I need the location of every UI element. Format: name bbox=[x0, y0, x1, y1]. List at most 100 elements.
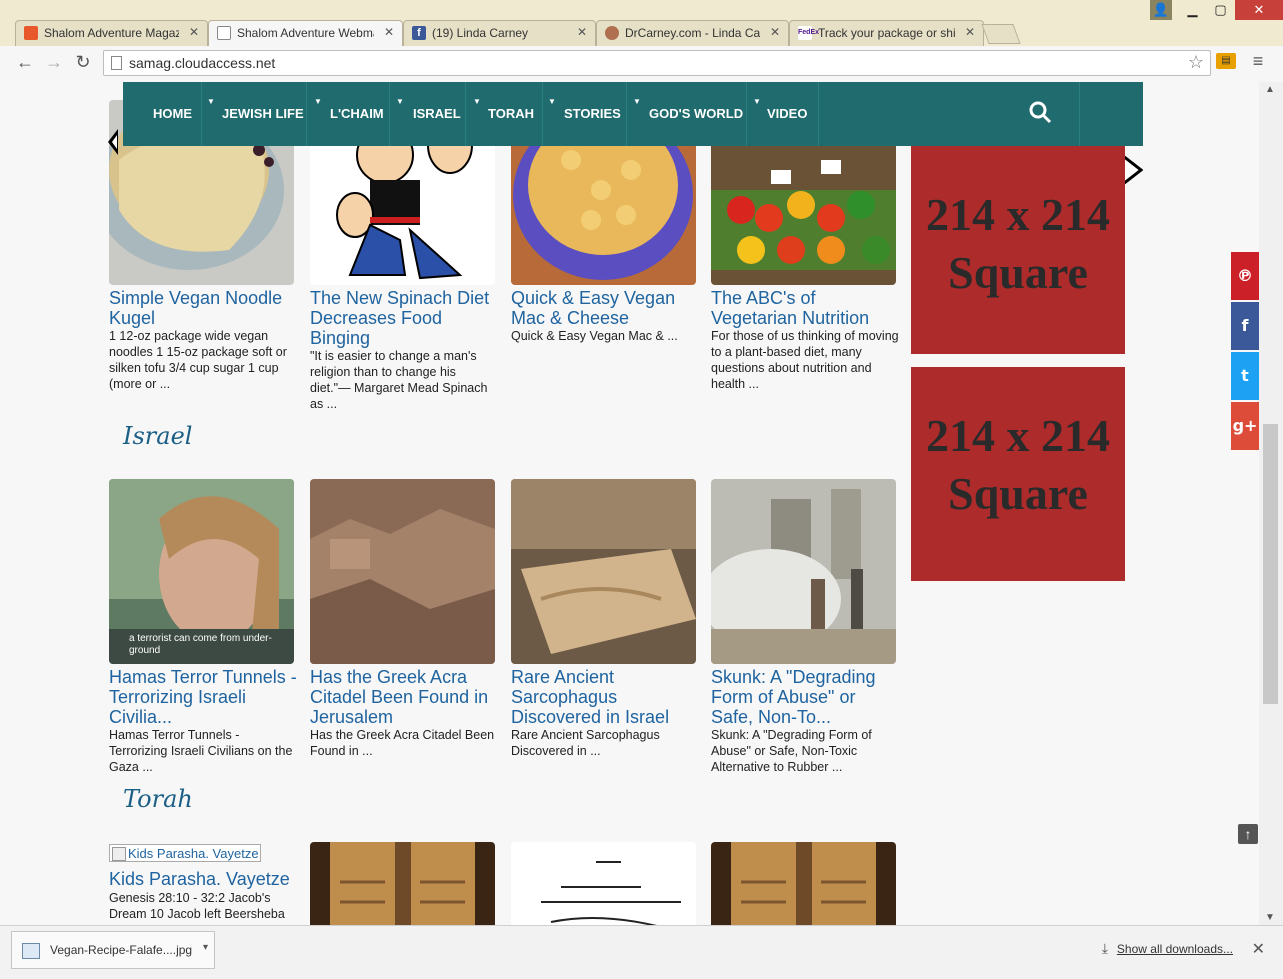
share-facebook-button[interactable]: f bbox=[1231, 302, 1259, 350]
twitter-icon: t bbox=[1241, 366, 1249, 385]
card-desc-kids-parasha: Genesis 28:10 - 32:2 Jacob's Dream 10 Ja… bbox=[109, 891, 285, 921]
nav-israel[interactable]: ISRAEL bbox=[413, 106, 461, 121]
nav-lchaim[interactable]: L'CHAIM bbox=[330, 106, 384, 121]
acra-citadel-image[interactable] bbox=[310, 479, 495, 664]
section-title-israel[interactable]: Israel bbox=[123, 422, 192, 450]
card-title-spinach[interactable]: The New Spinach Diet Decreases Food Bing… bbox=[310, 288, 500, 348]
browser-titlebar: Shalom Adventure Magazine ✕ Shalom Adven… bbox=[0, 0, 1283, 47]
facebook-icon: f bbox=[1241, 316, 1249, 335]
caret-down-icon: ▼ bbox=[314, 97, 322, 106]
scroll-up-arrow-icon[interactable]: ▲ bbox=[1265, 84, 1275, 95]
card-title-kugel[interactable]: Simple Vegan Noodle Kugel bbox=[109, 288, 299, 328]
back-to-top-icon[interactable]: ↑ bbox=[1238, 824, 1258, 844]
tab-drcarney[interactable]: DrCarney.com - Linda Carney ✕ bbox=[596, 20, 789, 46]
bookmark-star-icon[interactable]: ☆ bbox=[1188, 52, 1204, 73]
page-icon bbox=[111, 56, 122, 70]
nav-torah[interactable]: TORAH bbox=[488, 106, 534, 121]
card-title-mac-cheese[interactable]: Quick & Easy Vegan Mac & Cheese bbox=[511, 288, 701, 328]
search-icon[interactable] bbox=[1028, 100, 1052, 124]
ad-square-1[interactable]: 214 x 214 Square bbox=[911, 146, 1125, 354]
tab-close-icon[interactable]: ✕ bbox=[189, 25, 199, 39]
nav-home[interactable]: HOME bbox=[153, 106, 192, 121]
card-desc-hamas-tunnels: Hamas Terror Tunnels - Terrorizing Israe… bbox=[109, 728, 293, 774]
close-download-shelf-icon[interactable]: ✕ bbox=[1252, 939, 1265, 959]
nav-video[interactable]: VIDEO bbox=[767, 106, 807, 121]
show-all-downloads-link[interactable]: Show all downloads... bbox=[1117, 942, 1233, 956]
extension-ruler-icon[interactable]: ▤ bbox=[1216, 53, 1236, 69]
scrollbar-thumb[interactable] bbox=[1263, 424, 1278, 704]
nav-gods-world[interactable]: GOD'S WORLD bbox=[649, 106, 743, 121]
torah-scroll-image-2[interactable] bbox=[711, 842, 896, 925]
card-desc-mac-cheese: Quick & Easy Vegan Mac & ... bbox=[511, 329, 678, 343]
kids-parasha-broken-image[interactable]: Kids Parasha. Vayetze bbox=[109, 844, 261, 862]
page-favicon-icon bbox=[217, 26, 231, 40]
caret-down-icon: ▼ bbox=[396, 97, 404, 106]
sarcophagus-image[interactable] bbox=[511, 479, 696, 664]
address-bar[interactable]: samag.cloudaccess.net ☆ bbox=[103, 50, 1211, 76]
card-title-vegetarian[interactable]: The ABC's of Vegetarian Nutrition bbox=[711, 288, 901, 328]
site-navbar: HOME ▼ JEWISH LIFE ▼ L'CHAIM ▼ ISRAEL ▼ … bbox=[123, 82, 1143, 146]
tab-fedex-track[interactable]: FedEx Track your package or shipment ✕ bbox=[789, 20, 984, 46]
tab-shalom-webmail[interactable]: Shalom Adventure Webmail ✕ bbox=[208, 20, 403, 47]
profile-icon[interactable]: 👤 bbox=[1150, 0, 1172, 20]
back-arrow-icon[interactable]: ← bbox=[14, 52, 36, 73]
caret-down-icon: ▼ bbox=[548, 97, 556, 106]
tab-close-icon[interactable]: ✕ bbox=[770, 25, 780, 39]
maximize-button[interactable]: ▢ bbox=[1207, 0, 1234, 20]
forward-arrow-icon[interactable]: → bbox=[43, 52, 65, 73]
broken-image-icon bbox=[112, 847, 126, 861]
joomla-favicon-icon bbox=[24, 26, 38, 40]
carousel-left-arrow-icon[interactable] bbox=[106, 127, 120, 157]
card-desc-skunk: Skunk: A "Degrading Form of Abuse" or Sa… bbox=[711, 728, 872, 774]
download-shelf: Vegan-Recipe-Falafe....jpg ▾ ⤓ Show all … bbox=[0, 925, 1283, 979]
tab-close-icon[interactable]: ✕ bbox=[965, 25, 975, 39]
browser-toolbar: ← → ↻ samag.cloudaccess.net ☆ ▤ ≡ bbox=[0, 46, 1283, 83]
facebook-favicon-icon: f bbox=[412, 26, 426, 40]
card-desc-sarcophagus: Rare Ancient Sarcophagus Discovered in .… bbox=[511, 728, 660, 758]
ad-square-2[interactable]: 214 x 214 Square bbox=[911, 367, 1125, 581]
image-file-icon bbox=[22, 943, 40, 959]
torah-scroll-image[interactable] bbox=[310, 842, 495, 925]
share-googleplus-button[interactable]: g+ bbox=[1231, 402, 1259, 450]
menu-hamburger-icon[interactable]: ≡ bbox=[1247, 51, 1269, 72]
card-title-sarcophagus[interactable]: Rare Ancient Sarcophagus Discovered in I… bbox=[511, 667, 701, 727]
reload-icon[interactable]: ↻ bbox=[72, 52, 94, 73]
nav-separator bbox=[389, 82, 390, 146]
download-filename: Vegan-Recipe-Falafe....jpg bbox=[50, 943, 193, 957]
download-arrow-icon: ⤓ bbox=[1101, 940, 1108, 956]
card-title-hamas-tunnels[interactable]: Hamas Terror Tunnels - Terrorizing Israe… bbox=[109, 667, 299, 727]
section-title-torah[interactable]: Torah bbox=[123, 785, 193, 813]
download-item[interactable]: Vegan-Recipe-Falafe....jpg ▾ bbox=[11, 931, 215, 969]
tab-linda-carney-facebook[interactable]: f (19) Linda Carney ✕ bbox=[403, 20, 596, 46]
hamas-tunnels-video-image[interactable]: a terrorist can come from under-ground bbox=[109, 479, 294, 664]
card-desc-spinach: "It is easier to change a man's religion… bbox=[310, 349, 488, 411]
nav-separator bbox=[746, 82, 747, 146]
page-scrollbar[interactable]: ▲ ▼ bbox=[1259, 82, 1283, 925]
tab-close-icon[interactable]: ✕ bbox=[577, 25, 587, 39]
skunk-protest-image[interactable] bbox=[711, 479, 896, 664]
url-text[interactable]: samag.cloudaccess.net bbox=[129, 55, 275, 71]
minimize-button[interactable]: ▁ bbox=[1180, 0, 1205, 20]
new-tab-button[interactable] bbox=[981, 24, 1021, 44]
nav-jewish-life[interactable]: JEWISH LIFE bbox=[222, 106, 304, 121]
tab-shalom-magazine[interactable]: Shalom Adventure Magazine ✕ bbox=[15, 20, 208, 46]
scroll-down-arrow-icon[interactable]: ▼ bbox=[1265, 912, 1275, 923]
close-window-button[interactable]: ✕ bbox=[1235, 0, 1283, 20]
card-title-acra-citadel[interactable]: Has the Greek Acra Citadel Been Found in… bbox=[310, 667, 500, 727]
caret-down-icon: ▼ bbox=[633, 97, 641, 106]
share-pinterest-button[interactable]: ℗ bbox=[1231, 252, 1259, 300]
card-desc-vegetarian: For those of us thinking of moving to a … bbox=[711, 329, 899, 391]
parasha-map-image[interactable] bbox=[511, 842, 696, 925]
share-twitter-button[interactable]: t bbox=[1231, 352, 1259, 400]
nav-separator bbox=[201, 82, 202, 146]
nav-separator bbox=[542, 82, 543, 146]
card-title-kids-parasha[interactable]: Kids Parasha. Vayetze bbox=[109, 869, 299, 889]
tab-close-icon[interactable]: ✕ bbox=[384, 25, 394, 39]
card-title-skunk[interactable]: Skunk: A "Degrading Form of Abuse" or Sa… bbox=[711, 667, 901, 727]
nav-stories[interactable]: STORIES bbox=[564, 106, 621, 121]
chevron-down-icon[interactable]: ▾ bbox=[203, 942, 208, 953]
card-desc-acra-citadel: Has the Greek Acra Citadel Been Found in… bbox=[310, 728, 495, 758]
nav-separator bbox=[1079, 82, 1080, 146]
nav-separator bbox=[306, 82, 307, 146]
caret-down-icon: ▼ bbox=[473, 97, 481, 106]
